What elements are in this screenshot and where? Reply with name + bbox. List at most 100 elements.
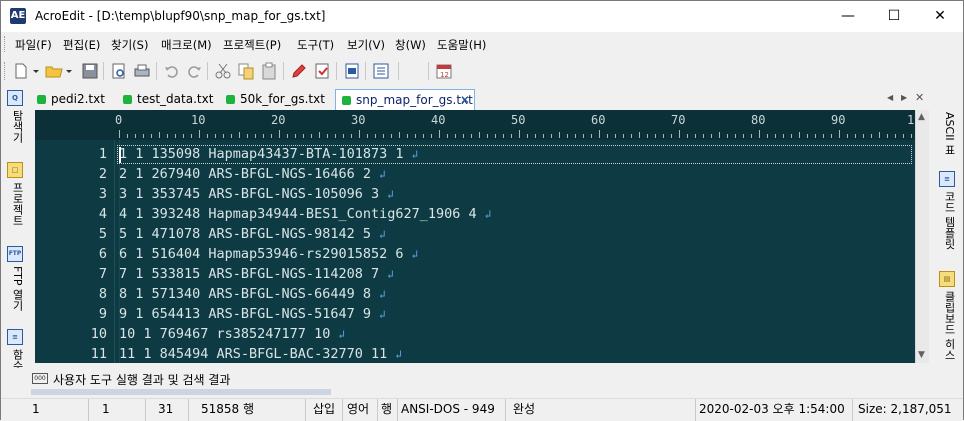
ruler-tick — [567, 134, 568, 138]
window-icon[interactable] — [343, 62, 361, 80]
output-panel-scrollbar[interactable] — [31, 389, 331, 395]
tab-label: 50k_for_gs.txt — [240, 92, 325, 106]
tab-pedi2[interactable]: pedi2.txt — [31, 89, 105, 110]
save-icon[interactable] — [81, 62, 99, 80]
sidebar-tab-label: ASCII 표 — [943, 112, 956, 156]
code-line[interactable]: 2 1 267940 ARS-BFGL-NGS-16466 2 ↲ — [119, 166, 386, 182]
toolbar-separator — [336, 62, 337, 80]
menu-view[interactable]: 보기(V) — [347, 37, 385, 53]
ruler-tick — [327, 134, 328, 138]
ruler-tick — [399, 132, 400, 138]
mark-icon[interactable] — [313, 62, 331, 80]
toolbar-separator — [283, 62, 284, 80]
open-dropdown-icon[interactable] — [64, 62, 74, 80]
vertical-scrollbar[interactable]: ▲ ▼ — [915, 110, 929, 363]
tab-snp-map-for-gs[interactable]: snp_map_for_gs.txt ✕ — [335, 89, 475, 110]
list-icon[interactable] — [372, 62, 390, 80]
text-cursor — [119, 147, 121, 163]
ruler-tick — [903, 134, 904, 138]
ruler-tick — [759, 130, 760, 138]
ruler-tick — [847, 134, 848, 138]
sidebar-tab-ascii[interactable]: ASCII 표 — [939, 112, 957, 155]
code-line[interactable]: 3 1 353745 ARS-BFGL-NGS-105096 3 ↲ — [119, 186, 394, 202]
scroll-up-icon[interactable]: ▲ — [918, 112, 925, 122]
tab-50k-for-gs[interactable]: 50k_for_gs.txt — [220, 89, 325, 110]
sidebar-tab-function[interactable]: ≡ 함수 — [7, 329, 25, 371]
code-line-text: 5 1 471078 ARS-BFGL-NGS-98142 5 — [119, 226, 371, 242]
menu-file[interactable]: 파일(F) — [15, 37, 52, 53]
open-folder-icon[interactable] — [45, 62, 63, 80]
code-line[interactable]: 6 1 516404 Hapmap53946-rs29015852 6 ↲ — [119, 246, 418, 262]
undo-icon[interactable] — [163, 62, 181, 80]
tab-label: snp_map_for_gs.txt — [356, 93, 473, 107]
ruler-tick — [359, 130, 360, 138]
menu-project[interactable]: 프로젝트(P) — [223, 37, 281, 53]
cut-icon[interactable] — [214, 62, 232, 80]
project-icon: □ — [7, 162, 23, 178]
ruler-tick — [551, 134, 552, 138]
code-line[interactable]: 1 1 135098 Hapmap43437-BTA-101873 1 ↲ — [119, 146, 418, 162]
ruler-tick — [911, 134, 912, 138]
ruler-tick — [367, 134, 368, 138]
ruler-tick — [487, 134, 488, 138]
menu-grip — [4, 36, 7, 52]
line-number: 7 — [98, 266, 107, 282]
end-of-line-icon: ↲ — [411, 148, 419, 161]
sidebar-tab-ftp[interactable]: FTP FTP 열기 — [7, 246, 25, 311]
print-icon[interactable] — [133, 62, 151, 80]
scroll-down-icon[interactable]: ▼ — [918, 350, 925, 360]
menu-edit[interactable]: 편집(E) — [63, 37, 100, 53]
maximize-button[interactable]: ☐ — [871, 1, 917, 32]
tab-close-icon[interactable]: ✕ — [460, 90, 470, 110]
output-panel-tab[interactable]: 사용자 도구 실행 결과 및 검색 결과 — [53, 371, 230, 388]
sidebar-tab-project[interactable]: □ 프로젝트 — [7, 162, 25, 226]
new-dropdown-icon[interactable] — [31, 62, 41, 80]
line-number: 3 — [98, 186, 107, 202]
code-line[interactable]: 4 1 393248 Hapmap34944-BES1_Contig627_19… — [119, 206, 491, 222]
ruler-tick — [511, 134, 512, 138]
line-number: 1 — [98, 146, 107, 162]
sidebar-tab-clipboard[interactable]: ▤ 클립보드 히스 — [939, 271, 957, 361]
toolbar-separator — [156, 62, 157, 80]
menu-tools[interactable]: 도구(T) — [297, 37, 334, 53]
copy-icon[interactable] — [237, 62, 255, 80]
code-line[interactable]: 8 1 571340 ARS-BFGL-NGS-66449 8 ↲ — [119, 286, 386, 302]
minimize-button[interactable]: — — [825, 1, 871, 32]
highlight-icon[interactable] — [290, 62, 308, 80]
tab-close-all-icon[interactable]: ✕ — [915, 91, 924, 104]
sidebar-tab-code-template[interactable]: ≡ 코드 템플릿 — [939, 171, 957, 250]
paste-icon[interactable] — [260, 62, 278, 80]
status-file-size: Size: 2,187,051 — [858, 402, 952, 416]
ruler-tick — [431, 134, 432, 138]
ruler-tick — [207, 134, 208, 138]
end-of-line-icon: ↲ — [387, 268, 394, 281]
ruler-tick — [175, 134, 176, 138]
code-line[interactable]: 11 1 845494 ARS-BFGL-BAC-32770 11 ↲ — [119, 346, 402, 362]
ruler-tick — [471, 134, 472, 138]
menu-help[interactable]: 도움말(H) — [437, 37, 486, 53]
close-button[interactable]: ✕ — [917, 1, 963, 32]
tab-scroll-left-icon[interactable]: ◀ — [887, 93, 893, 102]
tab-scroll-right-icon[interactable]: ▶ — [901, 93, 907, 102]
code-line[interactable]: 7 1 533815 ARS-BFGL-NGS-114208 7 ↲ — [119, 266, 394, 282]
text-editor[interactable]: 0 10 20 30 40 50 60 70 80 90 1 11 1 1350… — [35, 110, 929, 363]
ruler-tick — [127, 134, 128, 138]
menu-window[interactable]: 창(W) — [395, 37, 426, 53]
print-preview-icon[interactable] — [110, 62, 128, 80]
ruler-tick — [871, 134, 872, 138]
status-encoding[interactable]: ANSI-DOS - 949 — [398, 399, 506, 421]
calendar-icon[interactable]: 12 — [435, 62, 453, 80]
new-file-icon[interactable] — [12, 62, 30, 80]
ruler-tick — [591, 134, 592, 138]
tab-test-data[interactable]: test_data.txt — [117, 89, 213, 110]
menu-find[interactable]: 찾기(S) — [111, 37, 148, 53]
code-line[interactable]: 10 1 769467 rs385247177 10 ↲ — [119, 326, 345, 342]
code-line[interactable]: 9 1 654413 ARS-BFGL-NGS-51647 9 ↲ — [119, 306, 386, 322]
menu-macro[interactable]: 매크로(M) — [161, 37, 212, 53]
ruler-tick — [503, 134, 504, 138]
code-line[interactable]: 5 1 471078 ARS-BFGL-NGS-98142 5 ↲ — [119, 226, 386, 242]
sidebar-tab-explorer[interactable]: Q 탐색기 — [7, 90, 25, 143]
redo-icon[interactable] — [185, 62, 203, 80]
function-icon: ≡ — [7, 329, 23, 345]
file-status-icon — [37, 95, 46, 104]
